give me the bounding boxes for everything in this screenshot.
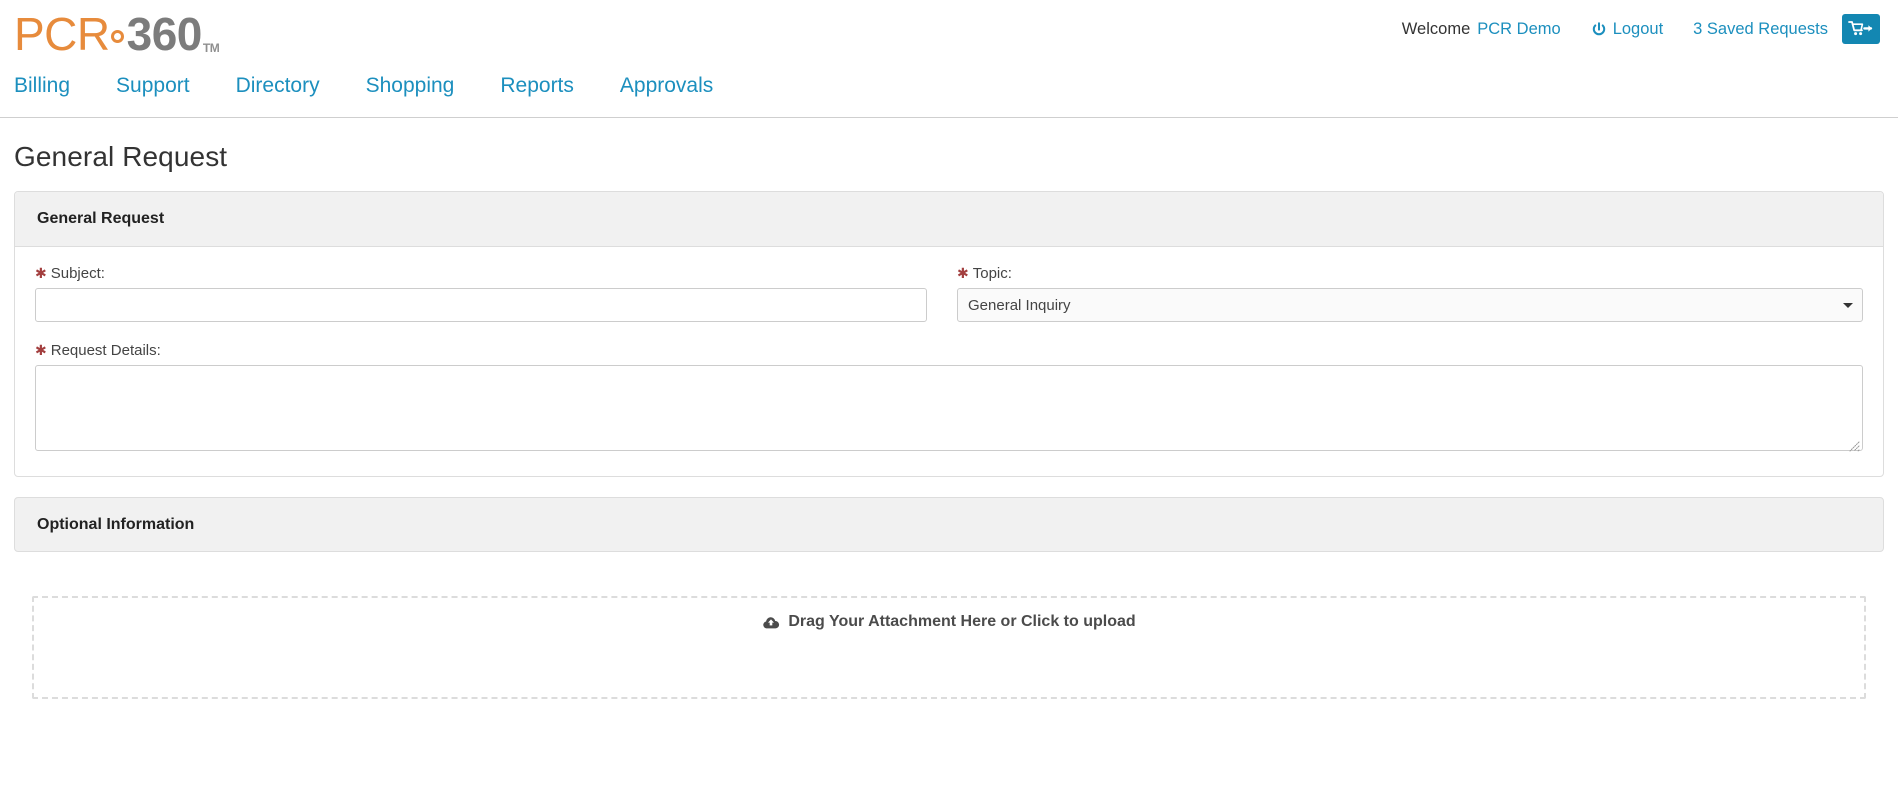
subject-label: ✱Subject:	[35, 264, 927, 284]
nav-item-approvals[interactable]: Approvals	[620, 72, 735, 100]
logout-label: Logout	[1613, 20, 1663, 39]
topic-label: ✱Topic:	[957, 264, 1863, 284]
logout-button[interactable]: Logout	[1591, 20, 1663, 39]
welcome-label: Welcome	[1402, 20, 1470, 39]
attachment-dropzone-text: Drag Your Attachment Here or Click to up…	[788, 613, 1135, 631]
app-page: PCR 360TM Welcome PCR Demo Logout 3 Saved…	[0, 0, 1898, 789]
request-details-wrapper	[35, 365, 1863, 456]
request-details-textarea[interactable]	[35, 365, 1863, 451]
subject-field-group: ✱Subject:	[35, 264, 927, 322]
nav-item-reports[interactable]: Reports	[500, 72, 596, 100]
required-asterisk-icon: ✱	[957, 265, 969, 281]
logo-text-360: 360	[127, 8, 202, 60]
attachment-dropzone[interactable]: Drag Your Attachment Here or Click to up…	[32, 596, 1866, 699]
request-details-label: ✱Request Details:	[35, 341, 1863, 361]
logo-trademark: TM	[203, 41, 219, 55]
form-col-topic: ✱Topic: General Inquiry	[949, 264, 1863, 333]
brand-logo[interactable]: PCR 360TM	[14, 8, 219, 74]
page-header: PCR 360TM Welcome PCR Demo Logout 3 Saved…	[0, 0, 1898, 72]
page-title: General Request	[14, 141, 1884, 173]
power-icon	[1591, 22, 1607, 38]
request-details-label-text: Request Details:	[51, 342, 161, 359]
general-request-form: ✱Subject: ✱Topic: General Inquiry	[15, 247, 1883, 476]
nav-list: Billing Support Directory Shopping Repor…	[14, 72, 1898, 100]
saved-requests-link[interactable]: 3 Saved Requests	[1693, 20, 1828, 39]
required-asterisk-icon: ✱	[35, 265, 47, 281]
main-navigation: Billing Support Directory Shopping Repor…	[0, 72, 1898, 118]
general-request-panel-title: General Request	[37, 206, 1861, 232]
nav-item-support[interactable]: Support	[116, 72, 212, 100]
cloud-upload-icon	[762, 616, 780, 630]
cart-arrow-right-icon[interactable]	[1842, 14, 1880, 44]
required-asterisk-icon: ✱	[35, 342, 47, 358]
logo-text-pcr: PCR	[14, 8, 110, 60]
nav-item-shopping[interactable]: Shopping	[366, 72, 477, 100]
header-utility-bar: Welcome PCR Demo Logout 3 Saved Requests	[1402, 14, 1880, 44]
nav-item-directory[interactable]: Directory	[236, 72, 342, 100]
page-content: General Request General Request ✱Subject…	[0, 141, 1898, 699]
topic-select-wrapper: General Inquiry	[957, 288, 1863, 322]
subject-label-text: Subject:	[51, 265, 105, 282]
general-request-panel-header[interactable]: General Request	[15, 192, 1883, 247]
request-details-group: ✱Request Details:	[35, 341, 1863, 456]
topic-field-group: ✱Topic: General Inquiry	[957, 264, 1863, 322]
topic-label-text: Topic:	[973, 265, 1012, 282]
optional-information-title: Optional Information	[37, 512, 1861, 538]
form-col-subject: ✱Subject:	[35, 264, 949, 333]
attachment-dropzone-label: Drag Your Attachment Here or Click to up…	[762, 613, 1135, 631]
optional-information-panel[interactable]: Optional Information	[14, 497, 1884, 552]
topic-select[interactable]: General Inquiry	[957, 288, 1863, 322]
nav-item-billing[interactable]: Billing	[14, 72, 92, 100]
general-request-panel: General Request ✱Subject:	[14, 191, 1884, 477]
current-user-link[interactable]: PCR Demo	[1477, 20, 1560, 39]
logo-ring-icon	[111, 30, 124, 43]
subject-input[interactable]	[35, 288, 927, 322]
form-row-subject-topic: ✱Subject: ✱Topic: General Inquiry	[35, 264, 1863, 333]
saved-requests-label: 3 Saved Requests	[1693, 20, 1828, 39]
